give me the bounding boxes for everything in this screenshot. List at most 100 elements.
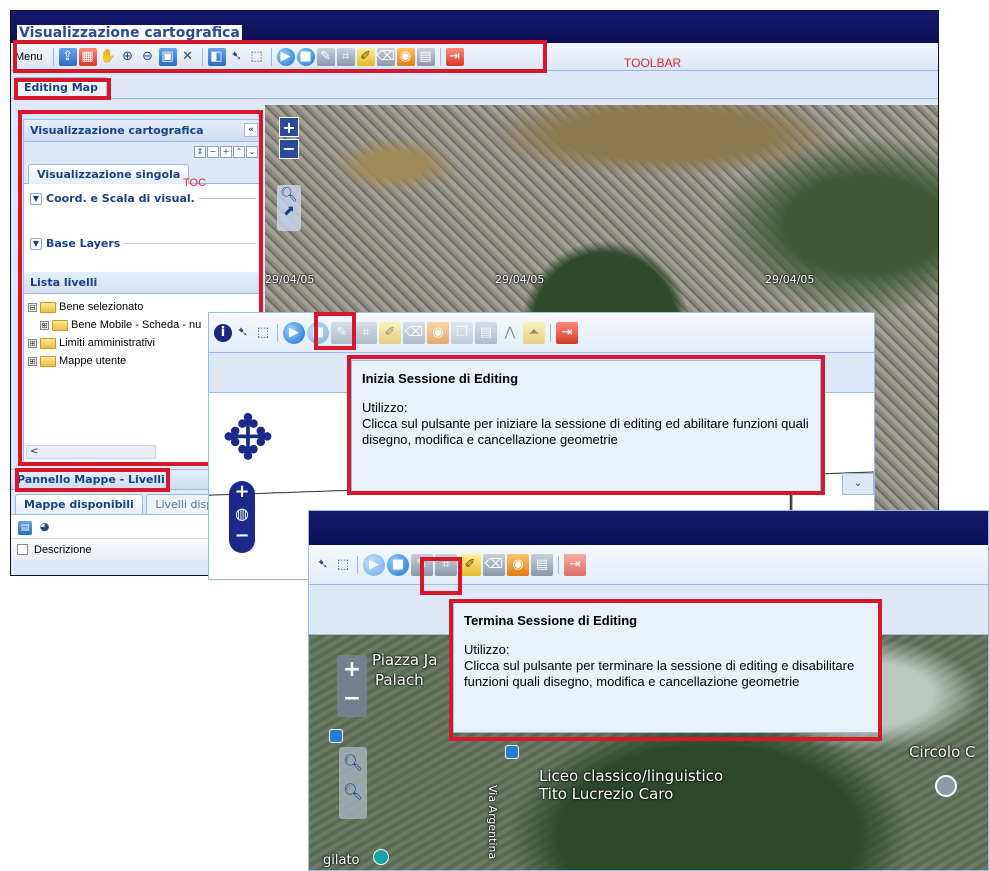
maps-levels-title: Pannello Mappe - Livelli [17,473,165,486]
magnifier-icon[interactable]: 🔍︎ [277,187,301,203]
toc-tools: ⇕ − + ⌃ ⌄ [24,142,262,162]
layers-icon[interactable]: ▦ [78,47,97,66]
zoom-box-icon[interactable]: ▣ [158,47,177,66]
pointer-icon[interactable]: ⬈ [277,203,301,219]
stop-editing-icon[interactable]: ■ [387,553,409,576]
horizontal-scrollbar[interactable]: < [26,445,156,459]
map-place-label: Piazza Ja [372,651,438,669]
delete-feature-icon[interactable]: ⌫ [376,47,395,66]
minus-icon[interactable]: − [207,146,219,158]
expand-up-icon[interactable]: ⌃ [233,146,245,158]
select-pointer-icon[interactable]: ➷ [234,324,252,342]
info-tool-icon[interactable]: ◧ [207,47,226,66]
tab-editing-map[interactable]: Editing Map [15,77,107,97]
select-area-icon[interactable]: ⬚ [254,324,272,342]
magnifier-icon[interactable]: 🔍︎ [339,753,367,772]
globe-icon[interactable]: ◍ [229,503,255,525]
expand-panel-icon[interactable]: ⌄ [842,473,874,495]
zoom-out-button[interactable]: − [337,685,367,713]
coord-section[interactable]: ▼ Coord. e Scala di visual. [30,192,256,205]
globe-icon[interactable]: ◕ [38,519,52,533]
map-tools: 🔍︎ 🔍︎ [339,747,367,819]
base-layers-section[interactable]: ▼ Base Layers [30,237,256,250]
map-place-label: Circolo C [909,743,976,761]
copy-icon[interactable]: ❐ [451,321,473,344]
edit-attributes-icon[interactable]: ✐ [379,321,401,344]
expand-node-icon[interactable]: ⊞ [28,356,37,366]
expand-node-icon[interactable]: ⊞ [40,320,49,330]
refresh-icon[interactable]: ⇕ [194,146,206,158]
zoom-out-button[interactable]: − [279,139,299,159]
delete-feature-icon[interactable]: ⌫ [403,321,425,344]
start-editing-icon[interactable]: ▶ [363,553,385,576]
pan-arrows-icon[interactable]: ✥ [222,403,274,473]
map-place-label: gilato [323,853,360,868]
vertex-icon[interactable]: ⋀ [499,322,521,344]
edit-table-icon[interactable]: ▤ [416,47,435,66]
plus-icon[interactable]: + [220,146,232,158]
pan-hand-icon[interactable]: ✋ [99,48,117,66]
modify-feature-icon[interactable]: ⌗ [355,321,377,344]
edit-table-icon[interactable]: ▤ [531,553,553,576]
menu-button[interactable]: Menu [15,51,43,63]
start-editing-icon[interactable]: ▶ [276,47,295,66]
chevron-down-icon[interactable]: ▼ [30,192,42,205]
plus-icon[interactable]: + [229,481,255,503]
expand-down-icon[interactable]: ⌄ [246,146,258,158]
draw-feature-icon[interactable]: ✎ [411,553,433,576]
location-pin-icon[interactable] [935,775,957,797]
toc-annotation: TOC [183,177,207,189]
exit-icon[interactable]: ⇥ [556,321,578,344]
tooltip-title: Inizia Sessione di Editing [362,371,519,386]
select-area-icon[interactable]: ⬚ [334,556,352,574]
divider [124,243,256,244]
exit-icon[interactable]: ⇥ [564,553,586,576]
save-edit-icon[interactable]: ◉ [427,321,449,344]
stop-editing-icon[interactable]: ■ [307,321,329,344]
delete-feature-icon[interactable]: ⌫ [483,553,505,576]
edit-attributes-icon[interactable]: ✐ [356,47,375,66]
chevron-down-icon[interactable]: ▼ [30,237,42,250]
select-area-icon[interactable]: ⬚ [248,48,266,66]
edit-toolbar-stop: ➷ ⬚ ▶ ■ ✎ ⌗ ✐ ⌫ ◉ ▤ ⇥ [309,545,988,585]
magnifier-icon[interactable]: 🔍︎ [339,782,367,801]
stop-editing-tooltip: Termina Sessione di Editing Utilizzo: Cl… [453,602,879,733]
exit-icon[interactable]: ⇥ [445,47,464,66]
select-pointer-icon[interactable]: ➷ [314,556,332,574]
toolbar-separator [439,47,441,66]
start-editing-tooltip: Inizia Sessione di Editing Utilizzo: Cli… [351,360,821,492]
zoom-in-button[interactable]: + [279,117,299,137]
select-all-checkbox[interactable] [17,544,28,555]
expand-node-icon[interactable]: ⊞ [28,338,37,348]
collapse-node-icon[interactable]: ⊟ [28,302,37,312]
zoom-in-button[interactable]: + [337,655,367,685]
bus-stop-icon[interactable] [329,729,343,743]
edit-table-icon[interactable]: ▤ [475,321,497,344]
start-editing-icon[interactable]: ▶ [283,321,305,344]
collapse-left-icon[interactable]: « [244,123,258,137]
zoom-slider[interactable]: + ◍ − [229,481,255,553]
bus-stop-icon[interactable] [505,745,519,759]
map-list-icon[interactable]: ▤ [18,521,32,535]
select-pointer-icon[interactable]: ➷ [228,48,246,66]
tab-available-maps[interactable]: Mappe disponibili [15,494,143,514]
toolbar-separator [550,323,551,342]
draw-feature-icon[interactable]: ✎ [331,321,353,344]
modify-feature-icon[interactable]: ⌗ [435,553,457,576]
save-edit-icon[interactable]: ◉ [507,553,529,576]
info-icon[interactable]: i [214,323,232,342]
edit-attributes-icon[interactable]: ✐ [459,553,481,576]
zoom-in-icon[interactable]: ⊕ [119,48,137,66]
snap-icon[interactable]: ⏶ [523,321,545,344]
zoom-out-icon[interactable]: ⊖ [139,48,157,66]
poi-icon[interactable] [373,849,389,865]
upload-icon[interactable]: ⇪ [58,47,77,66]
minus-icon[interactable]: − [229,525,255,547]
stop-editing-icon[interactable]: ■ [296,47,315,66]
draw-feature-icon[interactable]: ✎ [316,47,335,66]
tab-single-view[interactable]: Visualizzazione singola [28,164,190,184]
save-edit-icon[interactable]: ◉ [396,47,415,66]
toolbar-separator [201,47,203,66]
full-extent-icon[interactable]: ✕ [179,48,197,66]
modify-feature-icon[interactable]: ⌗ [336,47,355,66]
